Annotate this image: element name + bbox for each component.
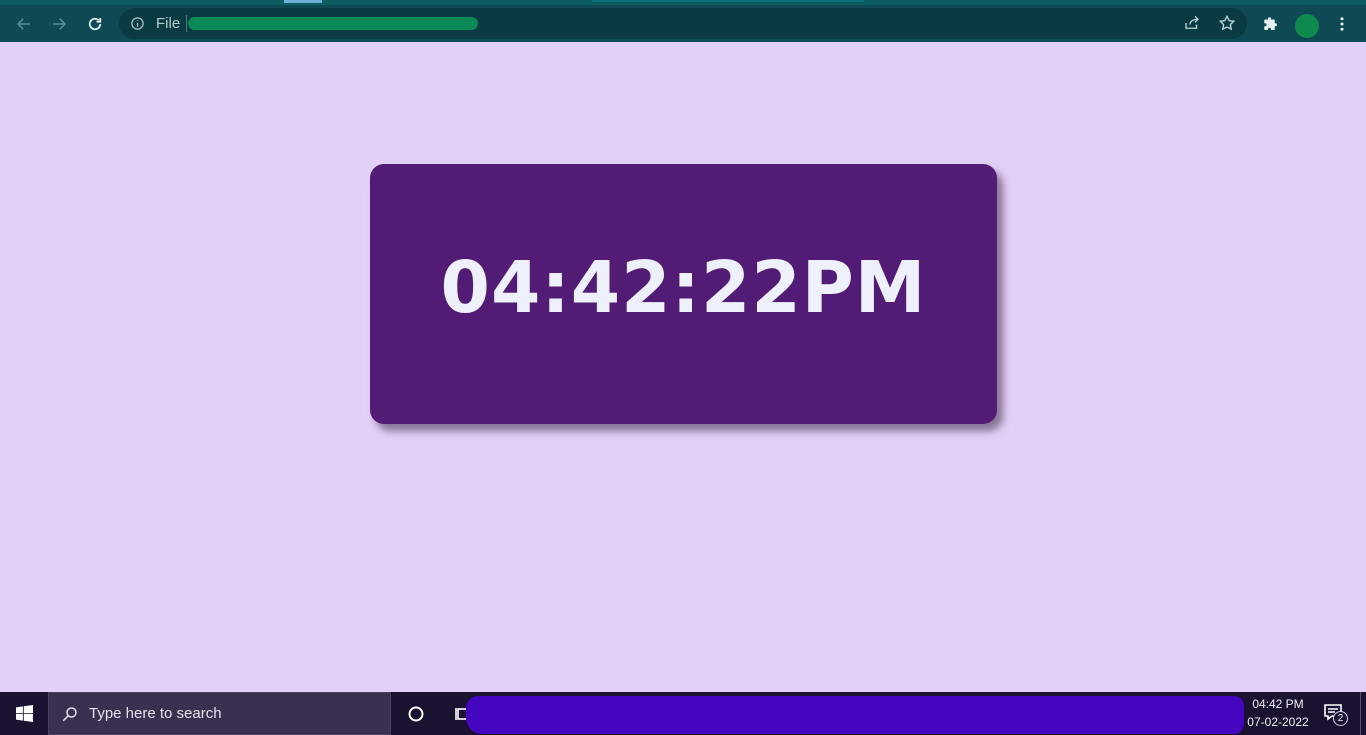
search-placeholder: Type here to search xyxy=(89,705,222,722)
active-tab-indicator xyxy=(284,0,322,3)
extensions-button[interactable] xyxy=(1257,10,1285,38)
tray-date: 07-02-2022 xyxy=(1247,715,1309,729)
url-redaction xyxy=(188,17,478,30)
tray-time: 04:42 PM xyxy=(1252,697,1304,711)
page-background: 04:42:22PM xyxy=(0,42,1366,692)
notification-count-badge: 2 xyxy=(1333,711,1348,726)
more-vert-icon xyxy=(1340,17,1344,31)
browser-menu-button[interactable] xyxy=(1328,10,1356,38)
tab-strip-accent xyxy=(592,0,864,2)
cortana-circle-icon xyxy=(408,706,424,722)
profile-avatar[interactable] xyxy=(1295,14,1319,38)
back-button[interactable] xyxy=(10,10,38,38)
address-scheme-label: File xyxy=(156,15,181,32)
clock-time: 04:42:22PM xyxy=(440,246,927,329)
address-divider xyxy=(186,15,187,32)
forward-arrow-icon xyxy=(53,18,67,30)
address-bar[interactable]: File xyxy=(119,8,1247,39)
reload-button[interactable] xyxy=(81,10,109,38)
search-icon xyxy=(62,707,77,722)
extensions-icon xyxy=(1264,17,1277,30)
forward-button[interactable] xyxy=(45,10,73,38)
share-icon xyxy=(1185,15,1199,29)
taskbar-apps-redaction xyxy=(466,696,1244,734)
digital-clock-card: 04:42:22PM xyxy=(370,164,997,424)
browser-toolbar: File xyxy=(0,0,1366,42)
taskbar-search-box[interactable]: Type here to search xyxy=(48,692,391,735)
start-button[interactable] xyxy=(0,692,48,735)
star-icon xyxy=(1218,14,1236,31)
windows-logo-icon xyxy=(15,705,33,722)
cortana-button[interactable] xyxy=(402,700,430,728)
show-desktop-button[interactable] xyxy=(1360,692,1361,735)
system-tray-clock[interactable]: 04:42 PM 07-02-2022 xyxy=(1244,695,1312,731)
reload-icon xyxy=(88,17,102,31)
bookmark-button[interactable] xyxy=(1218,14,1238,34)
back-arrow-icon xyxy=(16,18,30,30)
share-button[interactable] xyxy=(1183,14,1203,34)
info-icon[interactable] xyxy=(130,16,145,31)
taskbar: Type here to search 04:42 PM 07-02-2022 … xyxy=(0,692,1366,735)
